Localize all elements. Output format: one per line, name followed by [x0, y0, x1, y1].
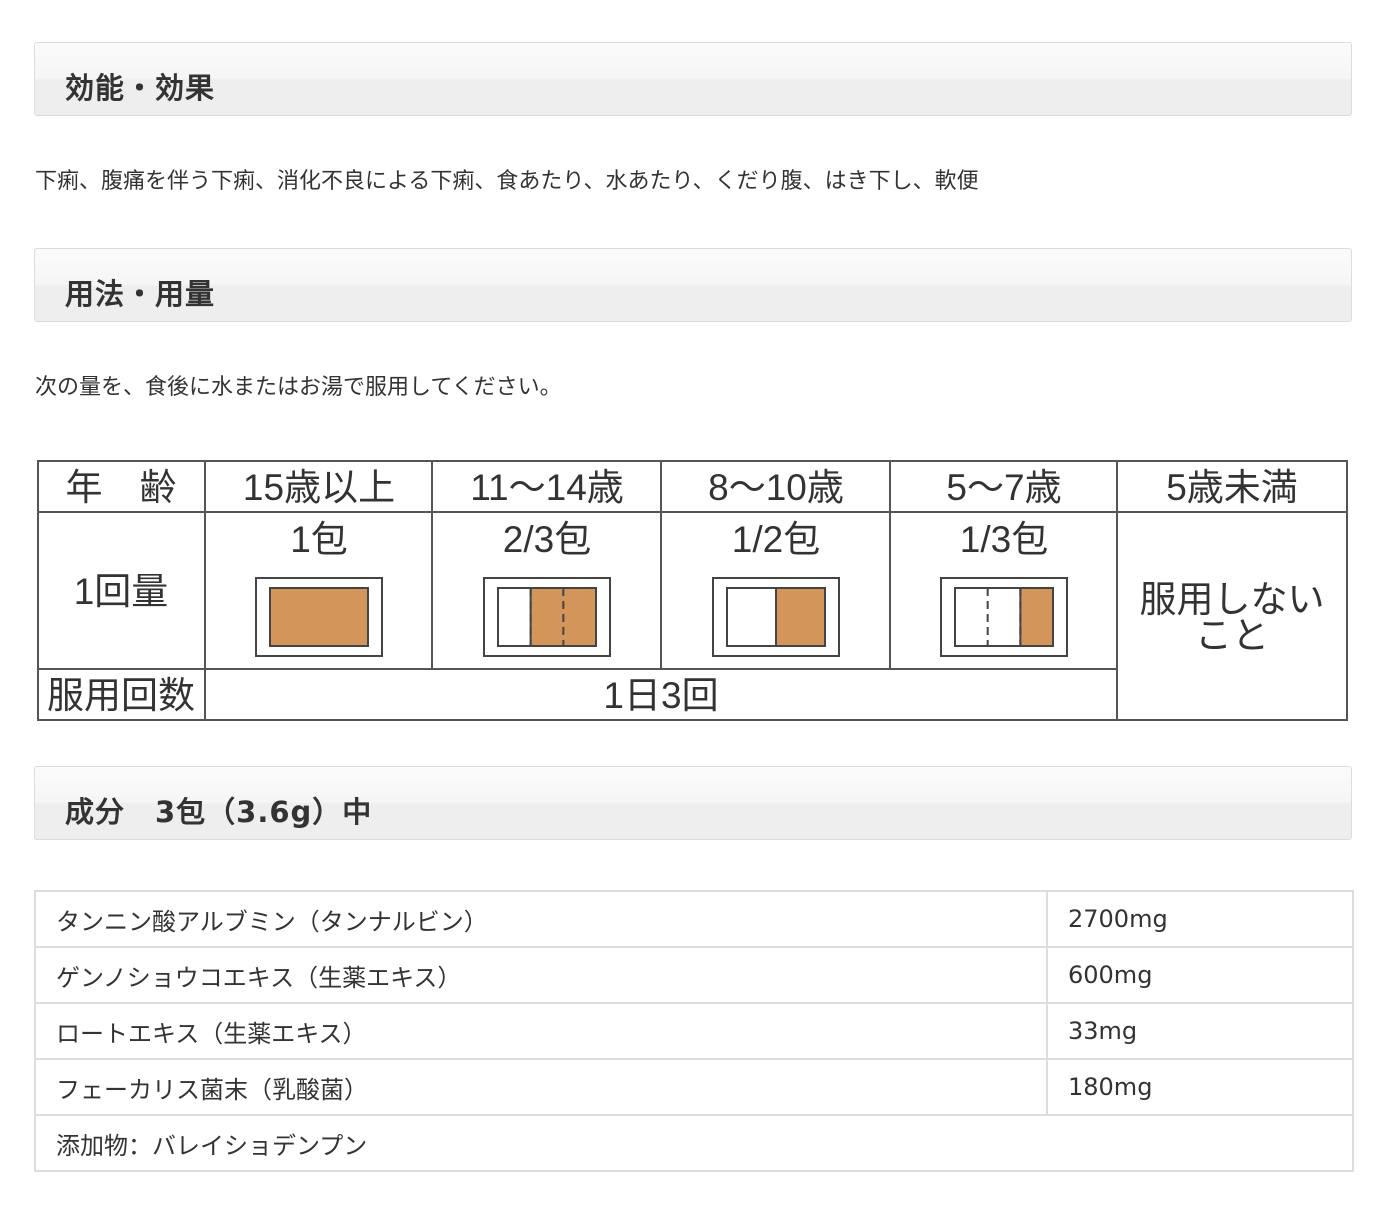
- under5-note-line1: 服用しない: [1140, 579, 1325, 620]
- section-title: 用法・用量: [65, 277, 216, 311]
- section-header-efficacy: 効能・効果: [34, 42, 1352, 116]
- packet-fill: [775, 587, 826, 647]
- ingredient-name: ロートエキス（生薬エキス）: [34, 1002, 1048, 1060]
- dose-amount-8-10: 1/2包: [732, 519, 820, 560]
- dose-amount-5-7: 1/3包: [960, 519, 1048, 560]
- age-header-11-14: 11～14歳: [470, 467, 624, 508]
- additives-text: 添加物：バレイショデンプン: [34, 1114, 1354, 1172]
- dose-row-label: 1回量: [74, 571, 169, 612]
- table-row: ゲンノショウコエキス（生薬エキス） 600mg: [34, 946, 1354, 1004]
- section-title: 成分 3包（3.6g）中: [65, 795, 373, 829]
- frequency-value: 1日3回: [603, 675, 718, 716]
- dosage-table-figure: 年 齢 1回量 服用回数 15歳以上 11～14歳 8～10歳 5～7歳 5歳未…: [37, 460, 1348, 721]
- under5-note-line2: こと: [1195, 615, 1269, 656]
- frequency-row-label: 服用回数: [47, 675, 195, 716]
- table-row: タンニン酸アルブミン（タンナルビン） 2700mg: [34, 890, 1354, 948]
- dose-amount-15plus: 1包: [290, 519, 348, 560]
- dose-amount-11-14: 2/3包: [503, 519, 591, 560]
- age-header-8-10: 8～10歳: [708, 467, 844, 508]
- age-header-under5: 5歳未満: [1166, 467, 1298, 508]
- ingredient-amount: 33mg: [1046, 1002, 1354, 1060]
- ingredient-amount: 2700mg: [1046, 890, 1354, 948]
- ingredient-name: フェーカリス菌末（乳酸菌）: [34, 1058, 1048, 1116]
- dosage-text: 次の量を、食後に水またはお湯で服用してください。: [35, 375, 562, 400]
- ingredient-name: タンニン酸アルブミン（タンナルビン）: [34, 890, 1048, 948]
- ingredient-amount: 600mg: [1046, 946, 1354, 1004]
- section-header-ingredients: 成分 3包（3.6g）中: [34, 766, 1352, 840]
- age-header-15plus: 15歳以上: [243, 467, 395, 508]
- section-title: 効能・効果: [65, 71, 216, 105]
- age-header-5-7: 5～7歳: [946, 467, 1061, 508]
- ingredient-name: ゲンノショウコエキス（生薬エキス）: [34, 946, 1048, 1004]
- age-header-label: 年 齢: [66, 467, 177, 508]
- ingredient-amount: 180mg: [1046, 1058, 1354, 1116]
- efficacy-text: 下痢、腹痛を伴う下痢、消化不良による下痢、食あたり、水あたり、くだり腹、はき下し…: [35, 169, 979, 194]
- table-row: フェーカリス菌末（乳酸菌） 180mg: [34, 1058, 1354, 1116]
- packet-fill: [269, 587, 369, 647]
- packet-fill: [1019, 587, 1055, 647]
- table-row: ロートエキス（生薬エキス） 33mg: [34, 1002, 1354, 1060]
- table-row: 添加物：バレイショデンプン: [34, 1114, 1354, 1172]
- ingredients-table: タンニン酸アルブミン（タンナルビン） 2700mg ゲンノショウコエキス（生薬エ…: [34, 890, 1354, 1172]
- section-header-dosage: 用法・用量: [34, 248, 1352, 322]
